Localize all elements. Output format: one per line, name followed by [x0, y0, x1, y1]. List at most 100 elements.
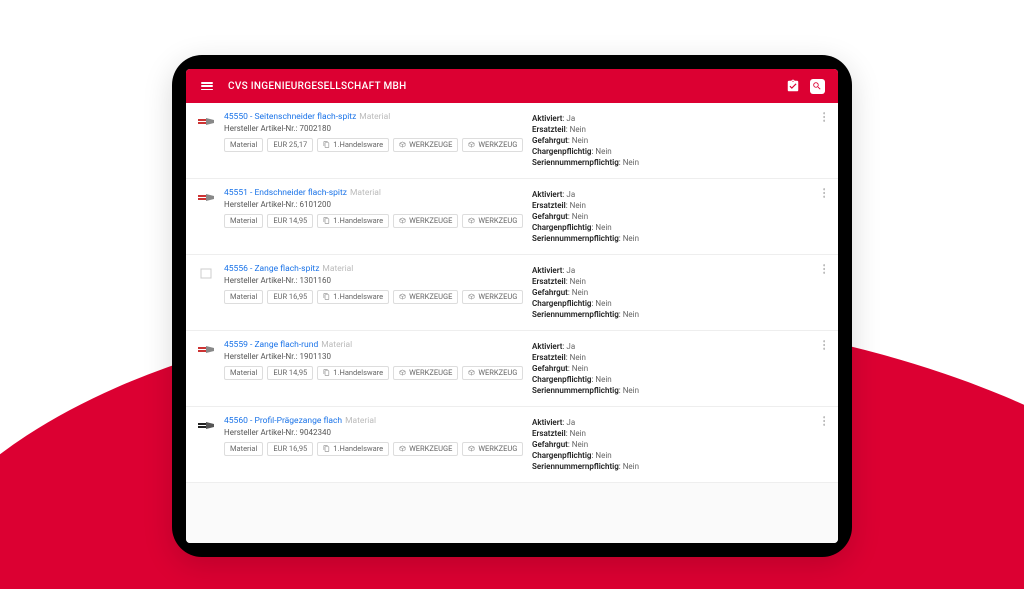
- chip-werkzeuge[interactable]: WERKZEUGE: [393, 214, 458, 228]
- chip-werkzeug[interactable]: WERKZEUG: [462, 442, 523, 456]
- item-main: 45559 - Zange flach-rundMaterialHerstell…: [224, 339, 524, 396]
- chip-werkzeuge[interactable]: WERKZEUGE: [393, 138, 458, 152]
- menu-button[interactable]: [196, 75, 218, 97]
- item-details: Aktiviert: JaErsatzteil: NeinGefahrgut: …: [532, 111, 828, 168]
- item-mfr-number: Hersteller Artikel-Nr.: 1301160: [224, 276, 524, 285]
- more-vertical-icon: [823, 340, 826, 350]
- item-thumbnail: [196, 191, 216, 203]
- item-mfr-number: Hersteller Artikel-Nr.: 1901130: [224, 352, 524, 361]
- item-details: Aktiviert: JaErsatzteil: NeinGefahrgut: …: [532, 415, 828, 472]
- item-type-label: Material: [345, 416, 376, 426]
- box-ico-icon: [399, 445, 406, 452]
- item-title-link[interactable]: 45560 - Profil-Prägezange flach: [224, 416, 342, 426]
- box-ico-icon: [399, 369, 406, 376]
- item-title-link[interactable]: 45559 - Zange flach-rund: [224, 340, 318, 350]
- chip-price[interactable]: EUR 16,95: [267, 442, 313, 456]
- chip-price[interactable]: EUR 14,95: [267, 214, 313, 228]
- chip-handelsware[interactable]: 1.Handelsware: [317, 442, 389, 456]
- item-details: Aktiviert: JaErsatzteil: NeinGefahrgut: …: [532, 263, 828, 320]
- item-type-label: Material: [321, 340, 352, 350]
- list-item: 45556 - Zange flach-spitzMaterialHerstel…: [186, 255, 838, 331]
- item-thumbnail: [196, 115, 216, 127]
- clipboard-button[interactable]: [782, 75, 804, 97]
- item-thumbnail: [196, 343, 216, 355]
- item-title-link[interactable]: 45551 - Endschneider flach-spitz: [224, 188, 347, 198]
- item-list: 45550 - Seitenschneider flach-spitzMater…: [186, 103, 838, 543]
- item-title-link[interactable]: 45550 - Seitenschneider flach-spitz: [224, 112, 356, 122]
- tablet-frame: CVS INGENIEURGESELLSCHAFT MBH 45550 - Se…: [172, 55, 852, 557]
- more-options-button[interactable]: [816, 109, 832, 125]
- list-item: 45550 - Seitenschneider flach-spitzMater…: [186, 103, 838, 179]
- chip-row: Material EUR 25,17 1.Handelsware WERKZEUGE W…: [224, 138, 524, 152]
- box-ico-icon: [468, 217, 475, 224]
- item-main: 45551 - Endschneider flach-spitzMaterial…: [224, 187, 524, 244]
- app-header: CVS INGENIEURGESELLSCHAFT MBH: [186, 69, 838, 103]
- chip-material[interactable]: Material: [224, 214, 263, 228]
- more-options-button[interactable]: [816, 261, 832, 277]
- copy-ico-icon: [323, 293, 330, 300]
- item-main: 45560 - Profil-Prägezange flachMaterialH…: [224, 415, 524, 472]
- app-title: CVS INGENIEURGESELLSCHAFT MBH: [228, 81, 407, 92]
- copy-ico-icon: [323, 445, 330, 452]
- search-button[interactable]: [806, 75, 828, 97]
- hamburger-icon: [201, 82, 213, 90]
- more-options-button[interactable]: [816, 413, 832, 429]
- chip-handelsware[interactable]: 1.Handelsware: [317, 290, 389, 304]
- chip-werkzeug[interactable]: WERKZEUG: [462, 366, 523, 380]
- chip-row: Material EUR 14,95 1.Handelsware WERKZEUGE W…: [224, 214, 524, 228]
- item-mfr-number: Hersteller Artikel-Nr.: 6101200: [224, 200, 524, 209]
- chip-material[interactable]: Material: [224, 442, 263, 456]
- chip-material[interactable]: Material: [224, 290, 263, 304]
- item-title-link[interactable]: 45556 - Zange flach-spitz: [224, 264, 319, 274]
- chip-material[interactable]: Material: [224, 366, 263, 380]
- list-item: 45551 - Endschneider flach-spitzMaterial…: [186, 179, 838, 255]
- box-ico-icon: [399, 217, 406, 224]
- list-item: 45559 - Zange flach-rundMaterialHerstell…: [186, 331, 838, 407]
- chip-handelsware[interactable]: 1.Handelsware: [317, 366, 389, 380]
- item-type-label: Material: [359, 112, 390, 122]
- chip-werkzeug[interactable]: WERKZEUG: [462, 214, 523, 228]
- clipboard-icon: [786, 79, 800, 93]
- chip-werkzeuge[interactable]: WERKZEUGE: [393, 366, 458, 380]
- box-ico-icon: [399, 293, 406, 300]
- more-vertical-icon: [823, 264, 826, 274]
- chip-werkzeug[interactable]: WERKZEUG: [462, 138, 523, 152]
- more-vertical-icon: [823, 416, 826, 426]
- box-ico-icon: [399, 141, 406, 148]
- chip-price[interactable]: EUR 14,95: [267, 366, 313, 380]
- chip-werkzeuge[interactable]: WERKZEUGE: [393, 442, 458, 456]
- copy-ico-icon: [323, 369, 330, 376]
- box-ico-icon: [468, 293, 475, 300]
- more-vertical-icon: [823, 112, 826, 122]
- item-type-label: Material: [350, 188, 381, 198]
- box-ico-icon: [468, 141, 475, 148]
- list-item: 45560 - Profil-Prägezange flachMaterialH…: [186, 407, 838, 483]
- item-mfr-number: Hersteller Artikel-Nr.: 9042340: [224, 428, 524, 437]
- item-thumbnail: [196, 419, 216, 431]
- item-details: Aktiviert: JaErsatzteil: NeinGefahrgut: …: [532, 339, 828, 396]
- chip-werkzeuge[interactable]: WERKZEUGE: [393, 290, 458, 304]
- chip-price[interactable]: EUR 25,17: [267, 138, 313, 152]
- copy-ico-icon: [323, 141, 330, 148]
- item-main: 45550 - Seitenschneider flach-spitzMater…: [224, 111, 524, 168]
- item-thumbnail: [196, 267, 216, 279]
- item-main: 45556 - Zange flach-spitzMaterialHerstel…: [224, 263, 524, 320]
- item-mfr-number: Hersteller Artikel-Nr.: 7002180: [224, 124, 524, 133]
- more-vertical-icon: [823, 188, 826, 198]
- chip-row: Material EUR 16,95 1.Handelsware WERKZEUGE W…: [224, 442, 524, 456]
- more-options-button[interactable]: [816, 337, 832, 353]
- chip-price[interactable]: EUR 16,95: [267, 290, 313, 304]
- chip-handelsware[interactable]: 1.Handelsware: [317, 138, 389, 152]
- chip-werkzeug[interactable]: WERKZEUG: [462, 290, 523, 304]
- item-details: Aktiviert: JaErsatzteil: NeinGefahrgut: …: [532, 187, 828, 244]
- app-screen: CVS INGENIEURGESELLSCHAFT MBH 45550 - Se…: [186, 69, 838, 543]
- box-ico-icon: [468, 369, 475, 376]
- item-type-label: Material: [322, 264, 353, 274]
- box-ico-icon: [468, 445, 475, 452]
- chip-row: Material EUR 16,95 1.Handelsware WERKZEUGE W…: [224, 290, 524, 304]
- more-options-button[interactable]: [816, 185, 832, 201]
- chip-material[interactable]: Material: [224, 138, 263, 152]
- chip-row: Material EUR 14,95 1.Handelsware WERKZEUGE W…: [224, 366, 524, 380]
- chip-handelsware[interactable]: 1.Handelsware: [317, 214, 389, 228]
- copy-ico-icon: [323, 217, 330, 224]
